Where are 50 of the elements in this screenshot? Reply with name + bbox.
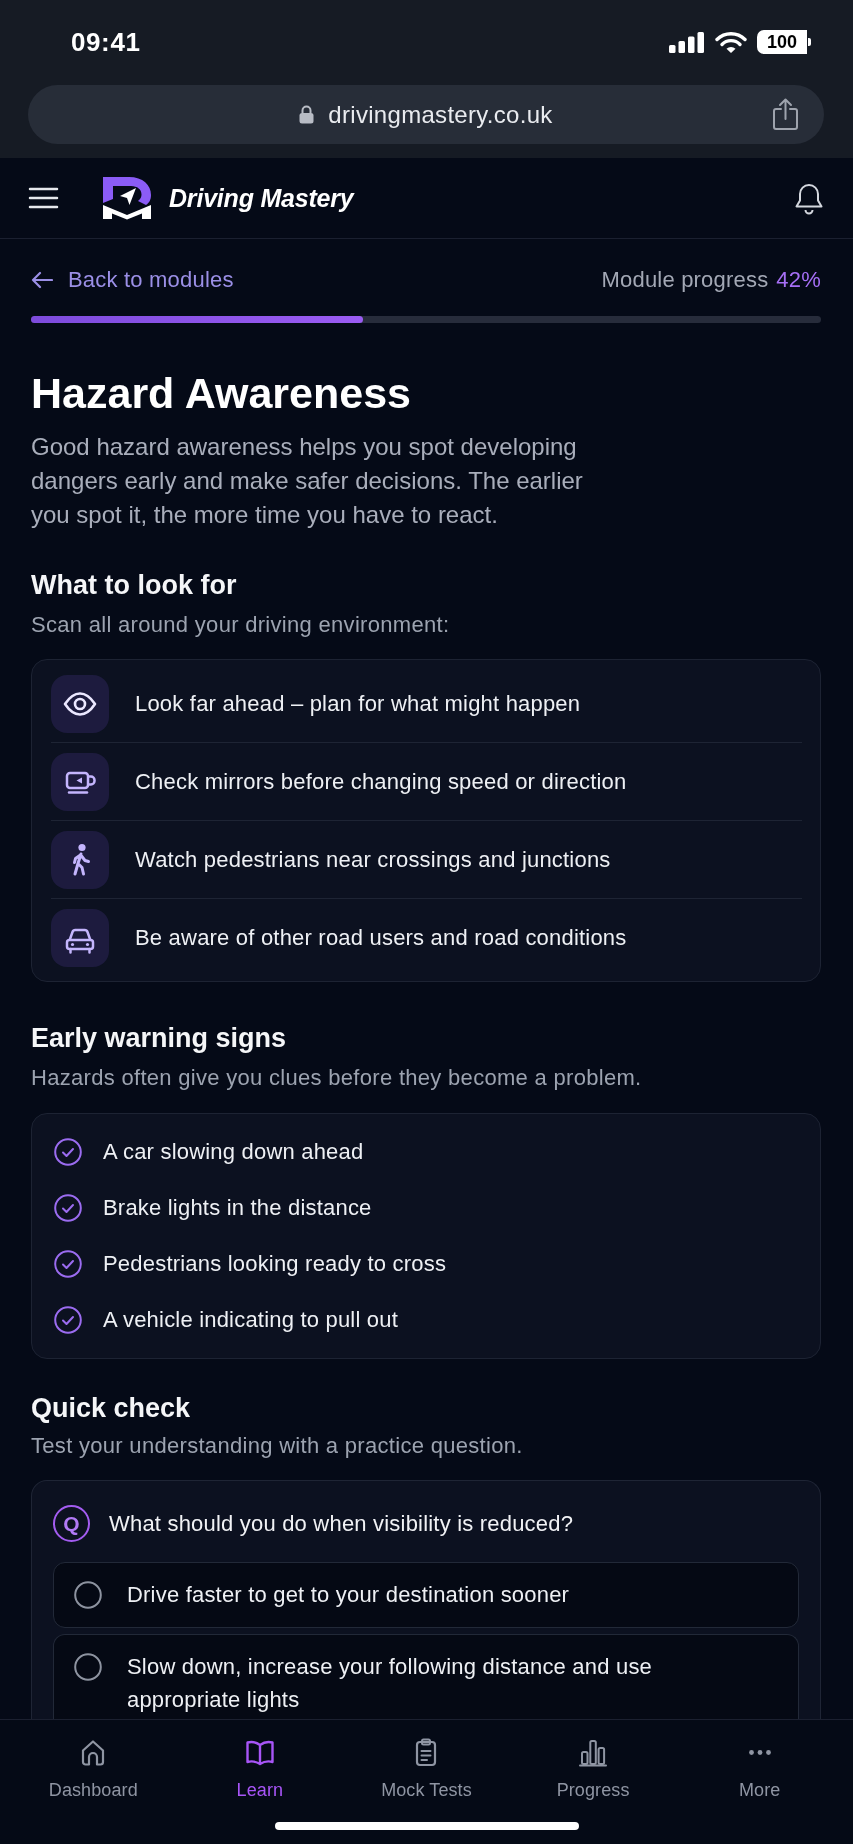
nav-tab[interactable]: Learn [176, 1720, 344, 1801]
car-icon [51, 908, 109, 967]
lock-icon [299, 105, 315, 124]
status-time: 09:41 [71, 26, 141, 58]
progress-label: Module progress [601, 267, 769, 292]
logo-icon [101, 175, 153, 221]
warning-sign-text: A car slowing down ahead [103, 1139, 364, 1165]
nav-tab[interactable]: More [676, 1720, 843, 1801]
nav-tab[interactable]: Progress [509, 1720, 677, 1801]
brand-name: Driving Mastery [169, 183, 354, 213]
eye-icon [51, 674, 109, 733]
battery-indicator: 100 [756, 30, 811, 54]
section-heading: Early warning signs [31, 1022, 287, 1055]
check-circle-icon [54, 1138, 82, 1166]
share-button[interactable] [772, 98, 799, 131]
tip-text: Look far ahead – plan for what might happen [135, 690, 581, 717]
warning-sign-text: Pedestrians looking ready to cross [103, 1251, 447, 1277]
address-bar[interactable]: drivingmastery.co.uk [28, 85, 824, 144]
notifications-button[interactable] [794, 181, 824, 215]
monitor-icon [51, 752, 109, 811]
signal-icon [668, 31, 705, 53]
lesson-title: Hazard Awareness [31, 368, 412, 418]
section-subtitle: Test your understanding with a practice question. [31, 1432, 523, 1460]
section-heading: What to look for [31, 569, 237, 602]
tip-text: Check mirrors before changing speed or direction [135, 768, 627, 795]
more-icon [748, 1749, 771, 1755]
tip-text: Be aware of other road users and road conditions [135, 924, 627, 951]
check-circle-icon [54, 1194, 82, 1222]
question-text: What should you do when visibility is reduced? [109, 1510, 574, 1537]
back-link[interactable]: Back to modules [31, 267, 234, 293]
tip-text: Watch pedestrians near crossings and junctions [135, 846, 611, 873]
section-heading: Quick check [31, 1392, 191, 1425]
nav-tab[interactable]: Dashboard [10, 1720, 177, 1801]
nav-tab[interactable]: Mock Tests [343, 1720, 510, 1801]
warning-sign-text: Brake lights in the distance [103, 1195, 372, 1221]
warning-sign-text: A vehicle indicating to pull out [103, 1307, 399, 1333]
arrow-left-icon [31, 271, 53, 289]
wifi-icon [714, 30, 747, 54]
pedestrian-icon [51, 830, 109, 889]
section-subtitle: Hazards often give you clues before they become a problem. [31, 1064, 642, 1092]
menu-button[interactable] [28, 186, 59, 210]
check-circle-icon [54, 1250, 82, 1278]
lesson-intro-text: Good hazard awareness helps you spot developing dangers early and make safer decisions. The earlier you spot it, the more time you have to react. [31, 432, 584, 530]
section-subtitle: Scan all around your driving environment: [31, 611, 450, 639]
progress-value: 42% [776, 267, 821, 292]
bar-chart-icon [578, 1737, 609, 1767]
check-circle-icon [54, 1306, 82, 1334]
question-badge: Q [53, 1505, 90, 1542]
answer-option[interactable]: Slow down, increase your following distance and use appropriate lights [53, 1634, 799, 1719]
answer-option[interactable]: Drive faster to get to your destination sooner [53, 1562, 799, 1628]
